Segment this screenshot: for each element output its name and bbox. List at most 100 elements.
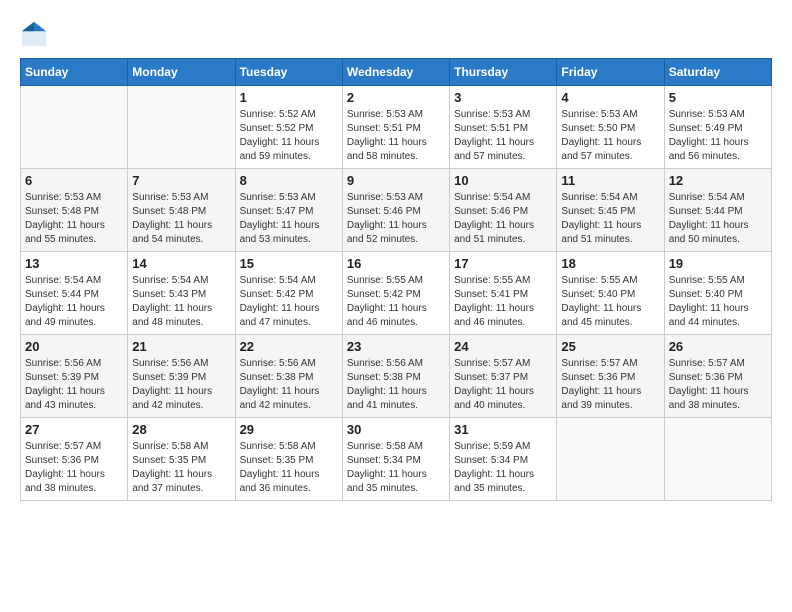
calendar-cell: 1 Sunrise: 5:52 AMSunset: 5:52 PMDaylight… [235,86,342,169]
day-info: Sunrise: 5:54 AMSunset: 5:44 PMDaylight:… [669,191,767,247]
calendar-cell: 10 Sunrise: 5:54 AMSunset: 5:46 PMDayligh… [450,169,557,252]
day-info: Sunrise: 5:56 AMSunset: 5:39 PMDaylight:… [25,357,123,413]
calendar-cell: 16 Sunrise: 5:55 AMSunset: 5:42 PMDayligh… [342,252,449,335]
calendar-cell: 5 Sunrise: 5:53 AMSunset: 5:49 PMDaylight… [664,86,771,169]
weekday-header-friday: Friday [557,59,664,86]
day-info: Sunrise: 5:55 AMSunset: 5:42 PMDaylight:… [347,274,445,330]
day-info: Sunrise: 5:57 AMSunset: 5:37 PMDaylight:… [454,357,552,413]
calendar-cell: 2 Sunrise: 5:53 AMSunset: 5:51 PMDaylight… [342,86,449,169]
day-number: 4 [561,90,659,105]
calendar-week-1: 1 Sunrise: 5:52 AMSunset: 5:52 PMDaylight… [21,86,772,169]
weekday-header-thursday: Thursday [450,59,557,86]
day-number: 5 [669,90,767,105]
day-number: 23 [347,339,445,354]
day-info: Sunrise: 5:54 AMSunset: 5:45 PMDaylight:… [561,191,659,247]
day-info: Sunrise: 5:57 AMSunset: 5:36 PMDaylight:… [25,440,123,496]
day-number: 28 [132,422,230,437]
calendar-cell: 30 Sunrise: 5:58 AMSunset: 5:34 PMDayligh… [342,418,449,501]
day-info: Sunrise: 5:56 AMSunset: 5:39 PMDaylight:… [132,357,230,413]
calendar-cell: 18 Sunrise: 5:55 AMSunset: 5:40 PMDayligh… [557,252,664,335]
weekday-header-monday: Monday [128,59,235,86]
day-number: 27 [25,422,123,437]
day-number: 12 [669,173,767,188]
logo [20,20,52,48]
day-info: Sunrise: 5:53 AMSunset: 5:51 PMDaylight:… [454,108,552,164]
calendar-week-2: 6 Sunrise: 5:53 AMSunset: 5:48 PMDaylight… [21,169,772,252]
day-info: Sunrise: 5:58 AMSunset: 5:35 PMDaylight:… [240,440,338,496]
calendar-cell: 17Sunrise: 5:55 AMSunset: 5:41 PMDayligh… [450,252,557,335]
calendar-cell: 31 Sunrise: 5:59 AMSunset: 5:34 PMDayligh… [450,418,557,501]
day-info: Sunrise: 5:59 AMSunset: 5:34 PMDaylight:… [454,440,552,496]
calendar-cell: 24 Sunrise: 5:57 AMSunset: 5:37 PMDayligh… [450,335,557,418]
calendar-cell: 21 Sunrise: 5:56 AMSunset: 5:39 PMDayligh… [128,335,235,418]
day-number: 9 [347,173,445,188]
day-info: Sunrise: 5:58 AMSunset: 5:34 PMDaylight:… [347,440,445,496]
calendar-week-3: 13Sunrise: 5:54 AMSunset: 5:44 PMDayligh… [21,252,772,335]
weekday-header-wednesday: Wednesday [342,59,449,86]
day-info: Sunrise: 5:56 AMSunset: 5:38 PMDaylight:… [240,357,338,413]
day-number: 2 [347,90,445,105]
day-number: 19 [669,256,767,271]
day-info: Sunrise: 5:53 AMSunset: 5:50 PMDaylight:… [561,108,659,164]
day-number: 13 [25,256,123,271]
day-number: 17 [454,256,552,271]
calendar-cell: 8Sunrise: 5:53 AMSunset: 5:47 PMDaylight… [235,169,342,252]
day-number: 31 [454,422,552,437]
day-info: Sunrise: 5:52 AMSunset: 5:52 PMDaylight:… [240,108,338,164]
day-info: Sunrise: 5:56 AMSunset: 5:38 PMDaylight:… [347,357,445,413]
day-number: 29 [240,422,338,437]
logo-icon [20,20,48,48]
calendar-cell: 23 Sunrise: 5:56 AMSunset: 5:38 PMDayligh… [342,335,449,418]
calendar-cell: 29 Sunrise: 5:58 AMSunset: 5:35 PMDayligh… [235,418,342,501]
day-number: 26 [669,339,767,354]
day-number: 18 [561,256,659,271]
calendar-cell: 19 Sunrise: 5:55 AMSunset: 5:40 PMDayligh… [664,252,771,335]
calendar-cell [664,418,771,501]
day-info: Sunrise: 5:54 AMSunset: 5:43 PMDaylight:… [132,274,230,330]
weekday-header-saturday: Saturday [664,59,771,86]
day-number: 11 [561,173,659,188]
day-number: 10 [454,173,552,188]
day-number: 1 [240,90,338,105]
calendar-cell: 26Sunrise: 5:57 AMSunset: 5:36 PMDayligh… [664,335,771,418]
calendar-cell: 11 Sunrise: 5:54 AMSunset: 5:45 PMDayligh… [557,169,664,252]
day-number: 22 [240,339,338,354]
calendar-cell: 13Sunrise: 5:54 AMSunset: 5:44 PMDayligh… [21,252,128,335]
day-info: Sunrise: 5:53 AMSunset: 5:48 PMDaylight:… [132,191,230,247]
day-number: 6 [25,173,123,188]
day-info: Sunrise: 5:53 AMSunset: 5:51 PMDaylight:… [347,108,445,164]
day-info: Sunrise: 5:54 AMSunset: 5:46 PMDaylight:… [454,191,552,247]
day-number: 20 [25,339,123,354]
calendar-cell: 9Sunrise: 5:53 AMSunset: 5:46 PMDaylight… [342,169,449,252]
calendar-cell: 20 Sunrise: 5:56 AMSunset: 5:39 PMDayligh… [21,335,128,418]
day-info: Sunrise: 5:55 AMSunset: 5:40 PMDaylight:… [669,274,767,330]
calendar-cell [557,418,664,501]
day-number: 24 [454,339,552,354]
day-info: Sunrise: 5:53 AMSunset: 5:49 PMDaylight:… [669,108,767,164]
calendar-cell: 12 Sunrise: 5:54 AMSunset: 5:44 PMDayligh… [664,169,771,252]
calendar-cell: 25Sunrise: 5:57 AMSunset: 5:36 PMDayligh… [557,335,664,418]
calendar-cell: 27 Sunrise: 5:57 AMSunset: 5:36 PMDayligh… [21,418,128,501]
day-number: 14 [132,256,230,271]
day-number: 7 [132,173,230,188]
calendar-cell: 15Sunrise: 5:54 AMSunset: 5:42 PMDayligh… [235,252,342,335]
calendar-week-5: 27 Sunrise: 5:57 AMSunset: 5:36 PMDayligh… [21,418,772,501]
day-info: Sunrise: 5:55 AMSunset: 5:40 PMDaylight:… [561,274,659,330]
calendar-cell: 28Sunrise: 5:58 AMSunset: 5:35 PMDayligh… [128,418,235,501]
calendar-cell: 3Sunrise: 5:53 AMSunset: 5:51 PMDaylight… [450,86,557,169]
weekday-header-tuesday: Tuesday [235,59,342,86]
calendar-cell: 6 Sunrise: 5:53 AMSunset: 5:48 PMDaylight… [21,169,128,252]
day-number: 16 [347,256,445,271]
day-number: 21 [132,339,230,354]
day-info: Sunrise: 5:53 AMSunset: 5:47 PMDaylight:… [240,191,338,247]
day-info: Sunrise: 5:57 AMSunset: 5:36 PMDaylight:… [561,357,659,413]
day-number: 30 [347,422,445,437]
calendar-week-4: 20 Sunrise: 5:56 AMSunset: 5:39 PMDayligh… [21,335,772,418]
calendar-cell [128,86,235,169]
calendar-cell: 4 Sunrise: 5:53 AMSunset: 5:50 PMDaylight… [557,86,664,169]
day-info: Sunrise: 5:53 AMSunset: 5:48 PMDaylight:… [25,191,123,247]
calendar-header-row: SundayMondayTuesdayWednesdayThursdayFrid… [21,59,772,86]
calendar-table: SundayMondayTuesdayWednesdayThursdayFrid… [20,58,772,501]
calendar-cell: 14 Sunrise: 5:54 AMSunset: 5:43 PMDayligh… [128,252,235,335]
calendar-cell [21,86,128,169]
